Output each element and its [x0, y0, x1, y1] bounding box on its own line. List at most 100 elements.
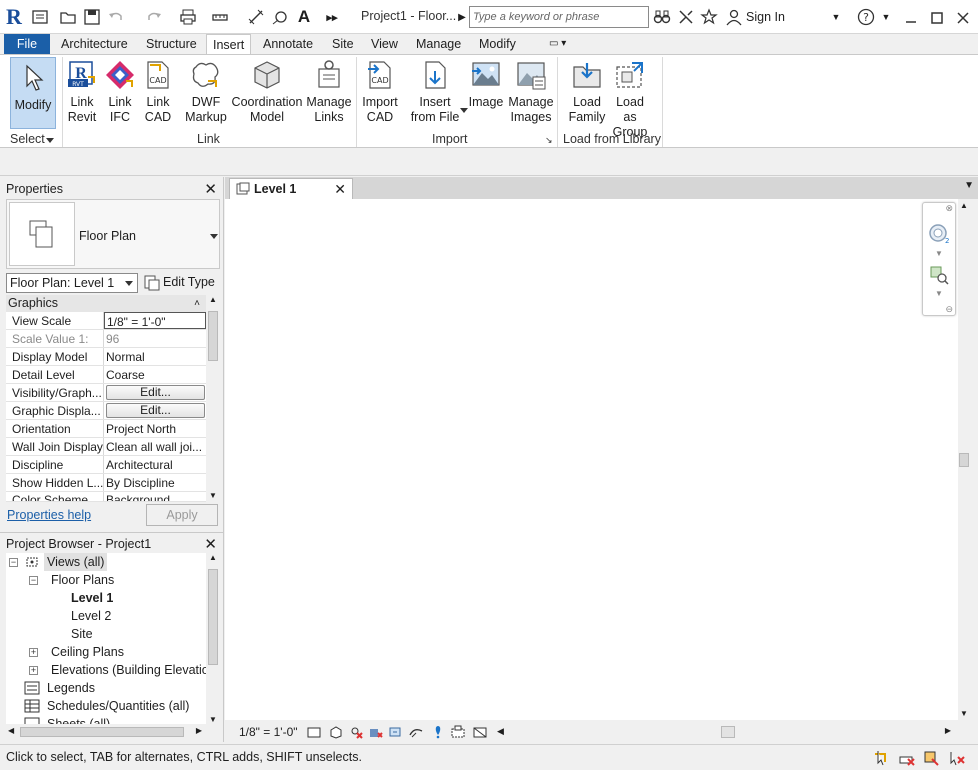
scroll-up-icon[interactable]: ▲: [209, 553, 217, 562]
tab-file[interactable]: File: [4, 34, 50, 54]
maximize-icon[interactable]: [926, 8, 948, 28]
collapse-icon[interactable]: −: [9, 558, 18, 567]
browser-horizontal-scrollbar[interactable]: ◀ ▶: [6, 725, 206, 739]
load-family-button[interactable]: Load Family: [564, 59, 610, 125]
properties-help-link[interactable]: Properties help: [7, 508, 91, 522]
open-icon[interactable]: [58, 7, 78, 27]
tab-annotate[interactable]: Annotate: [257, 34, 319, 54]
canvas-horizontal-scrollbar[interactable]: ▶: [505, 725, 955, 739]
coordination-model-button[interactable]: Coordination Model: [230, 59, 304, 125]
zoom-icon[interactable]: [929, 265, 949, 288]
scroll-right-icon[interactable]: ▶: [196, 726, 202, 735]
close-view-icon[interactable]: ✕: [334, 179, 346, 199]
table-row[interactable]: Display Model Normal: [6, 348, 206, 366]
collapse-category-icon[interactable]: ˄: [194, 295, 200, 312]
link-ifc-button[interactable]: Link IFC: [102, 59, 138, 125]
detail-level-icon[interactable]: [307, 725, 321, 739]
tree-node-floor-plans[interactable]: Floor Plans: [51, 571, 114, 589]
tree-node-elevations[interactable]: Elevations (Building Elevation: [51, 661, 206, 679]
table-row[interactable]: View Scale 1/8" = 1'-0": [6, 312, 206, 330]
binoculars-icon[interactable]: [652, 7, 672, 27]
print-icon[interactable]: [178, 7, 198, 27]
select-underlay-icon[interactable]: [898, 749, 916, 767]
view-tab-level-1[interactable]: Level 1 ✕: [229, 178, 353, 199]
select-by-face-icon[interactable]: [948, 749, 966, 767]
property-value[interactable]: Architectural: [104, 456, 206, 473]
tag-icon[interactable]: [270, 7, 290, 27]
reveal-hidden-icon[interactable]: [451, 725, 465, 739]
collapse-icon[interactable]: −: [29, 576, 38, 585]
close-window-icon[interactable]: [952, 8, 974, 28]
scrollbar-thumb[interactable]: [721, 726, 735, 738]
expand-icon[interactable]: +: [29, 648, 38, 657]
scroll-up-icon[interactable]: ▲: [209, 295, 217, 304]
tree-node-level-1[interactable]: Level 1: [71, 589, 113, 607]
scrollbar-thumb[interactable]: [20, 727, 184, 737]
zoom-dropdown-icon[interactable]: ▼: [935, 289, 943, 298]
property-value[interactable]: Normal: [104, 348, 206, 365]
modify-button[interactable]: Modify: [10, 57, 56, 129]
tree-node-site[interactable]: Site: [71, 625, 93, 643]
apply-button[interactable]: Apply: [146, 504, 218, 526]
user-icon[interactable]: [724, 7, 744, 27]
analytical-model-icon[interactable]: [473, 725, 487, 739]
link-revit-button[interactable]: R RVT Link Revit: [64, 59, 100, 125]
property-value[interactable]: Background: [104, 492, 206, 501]
table-row[interactable]: Orientation Project North: [6, 420, 206, 438]
drawing-canvas[interactable]: [225, 199, 958, 720]
scroll-down-icon[interactable]: ▼: [209, 491, 217, 500]
tree-node-level-2[interactable]: Level 2: [71, 607, 111, 625]
instance-dropdown-icon[interactable]: [125, 281, 133, 286]
type-dropdown-icon[interactable]: [210, 234, 218, 239]
text-icon[interactable]: A: [294, 7, 314, 27]
canvas-vertical-scrollbar[interactable]: ▲ ▼: [958, 199, 970, 720]
wheel-dropdown-icon[interactable]: ▼: [935, 249, 943, 258]
tab-modify[interactable]: Modify: [473, 34, 522, 54]
property-value[interactable]: Clean all wall joi...: [104, 438, 206, 455]
table-row[interactable]: Color Scheme... Background: [6, 492, 206, 502]
scrollbar-thumb[interactable]: [959, 453, 969, 467]
scroll-down-icon[interactable]: ▼: [960, 709, 968, 718]
dwf-markup-button[interactable]: DWF Markup: [182, 59, 230, 125]
properties-scrollbar[interactable]: ▲ ▼: [207, 295, 219, 500]
select-pinned-icon[interactable]: [922, 749, 940, 767]
view-scale-control[interactable]: 1/8" = 1'-0": [239, 725, 298, 739]
more-tools-icon[interactable]: ▸▸: [322, 7, 342, 27]
tree-node-sheets[interactable]: Sheets (all): [47, 715, 110, 724]
temporary-hide-icon[interactable]: [431, 725, 445, 739]
sun-path-icon[interactable]: [349, 725, 363, 739]
manage-images-button[interactable]: Manage Images: [508, 59, 554, 125]
property-value[interactable]: Coarse: [104, 366, 206, 383]
minimize-icon[interactable]: [900, 8, 922, 28]
link-cad-button[interactable]: CAD Link CAD: [140, 59, 176, 125]
graphic-display-edit-button[interactable]: Edit...: [106, 403, 205, 418]
table-row[interactable]: Visibility/Graph... Edit...: [6, 384, 206, 402]
scrollbar-thumb[interactable]: [208, 311, 218, 361]
2d-wheel-icon[interactable]: 2D: [928, 223, 955, 248]
tab-structure[interactable]: Structure: [140, 34, 203, 54]
browser-vertical-scrollbar[interactable]: ▲ ▼: [207, 553, 219, 724]
import-cad-button[interactable]: CAD Import CAD: [360, 59, 400, 125]
save-icon[interactable]: [82, 7, 102, 27]
crop-view-icon[interactable]: [409, 725, 423, 739]
table-row[interactable]: Graphic Displa... Edit...: [6, 402, 206, 420]
select-panel-label[interactable]: Select: [10, 132, 45, 146]
scroll-down-icon[interactable]: ▼: [209, 715, 217, 724]
search-input[interactable]: [470, 7, 648, 27]
favorites-star-icon[interactable]: [699, 7, 719, 27]
table-row[interactable]: Wall Join Display Clean all wall joi...: [6, 438, 206, 456]
visibility-edit-button[interactable]: Edit...: [106, 385, 205, 400]
search-field[interactable]: [469, 6, 649, 28]
tab-manage[interactable]: Manage: [410, 34, 467, 54]
navbar-close-icon[interactable]: ⊗: [945, 203, 953, 214]
properties-close-icon[interactable]: ✕: [204, 180, 217, 198]
load-as-group-button[interactable]: Load as Group: [608, 59, 652, 140]
import-settings-icon[interactable]: ↘: [545, 135, 553, 146]
visual-style-icon[interactable]: [329, 725, 343, 739]
sign-in-link[interactable]: Sign In: [746, 10, 785, 24]
select-dropdown-icon[interactable]: [46, 138, 54, 143]
graphics-category-header[interactable]: Graphics ˄: [6, 295, 206, 312]
ribbon-minimize-icon[interactable]: ▭ ▾: [543, 34, 572, 54]
view-controls-more-icon[interactable]: ◀: [497, 726, 504, 737]
scroll-up-icon[interactable]: ▲: [960, 201, 968, 210]
